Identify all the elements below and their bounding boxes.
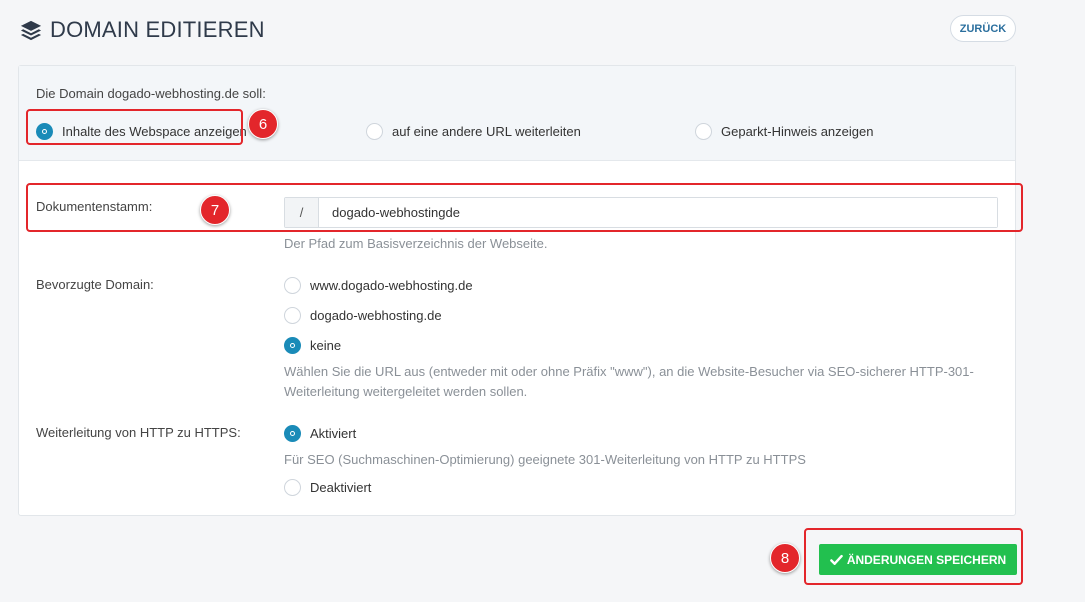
radio-label: Deaktiviert bbox=[310, 480, 372, 495]
mode-question: Die Domain dogado-webhosting.de soll: bbox=[36, 86, 266, 101]
preferred-domain-option-plain[interactable]: dogado-webhosting.de bbox=[284, 307, 442, 324]
preferred-domain-help-line: Weiterleitung weitergeleitet werden soll… bbox=[284, 384, 528, 399]
radio-selected-icon[interactable] bbox=[284, 337, 301, 354]
https-redirect-help: Für SEO (Suchmaschinen-Optimierung) geei… bbox=[284, 452, 806, 467]
docroot-input[interactable] bbox=[319, 198, 997, 227]
docroot-help: Der Pfad zum Basisverzeichnis der Websei… bbox=[284, 236, 548, 251]
preferred-domain-help-line: Wählen Sie die URL aus (entweder mit ode… bbox=[284, 364, 974, 379]
annotation-badge-6: 6 bbox=[248, 109, 278, 139]
mode-option-parked[interactable]: Geparkt-Hinweis anzeigen bbox=[695, 123, 873, 140]
radio-empty-icon[interactable] bbox=[366, 123, 383, 140]
preferred-domain-help: Wählen Sie die URL aus (entweder mit ode… bbox=[284, 362, 974, 402]
radio-label: auf eine andere URL weiterleiten bbox=[392, 124, 581, 139]
radio-label: dogado-webhosting.de bbox=[310, 308, 442, 323]
radio-selected-icon[interactable] bbox=[36, 123, 53, 140]
https-redirect-option-enabled[interactable]: Aktiviert bbox=[284, 425, 356, 442]
radio-empty-icon[interactable] bbox=[284, 307, 301, 324]
radio-label: Inhalte des Webspace anzeigen bbox=[62, 124, 247, 139]
radio-label: keine bbox=[310, 338, 342, 353]
mode-section: Die Domain dogado-webhosting.de soll: In… bbox=[19, 66, 1015, 161]
page-header: DOMAIN EDITIEREN bbox=[20, 14, 265, 46]
domain-settings-panel: Die Domain dogado-webhosting.de soll: In… bbox=[18, 65, 1016, 516]
radio-selected-icon[interactable] bbox=[284, 425, 301, 442]
back-button[interactable]: ZURÜCK bbox=[950, 15, 1016, 42]
mode-option-redirect[interactable]: auf eine andere URL weiterleiten bbox=[366, 123, 581, 140]
check-icon bbox=[829, 554, 843, 565]
https-redirect-option-disabled[interactable]: Deaktiviert bbox=[284, 479, 371, 496]
docroot-label: Dokumentenstamm: bbox=[36, 199, 153, 214]
https-redirect-label: Weiterleitung von HTTP zu HTTPS: bbox=[36, 425, 241, 440]
preferred-domain-option-www[interactable]: www.dogado-webhosting.de bbox=[284, 277, 473, 294]
radio-label: www.dogado-webhosting.de bbox=[310, 278, 473, 293]
docroot-prefix: / bbox=[285, 198, 319, 227]
radio-empty-icon[interactable] bbox=[284, 277, 301, 294]
annotation-badge-8: 8 bbox=[770, 543, 800, 573]
preferred-domain-label: Bevorzugte Domain: bbox=[36, 277, 154, 292]
radio-empty-icon[interactable] bbox=[695, 123, 712, 140]
radio-empty-icon[interactable] bbox=[284, 479, 301, 496]
save-changes-button[interactable]: ÄNDERUNGEN SPEICHERN bbox=[819, 544, 1017, 575]
preferred-domain-option-none[interactable]: keine bbox=[284, 337, 341, 354]
page-title: DOMAIN EDITIEREN bbox=[50, 17, 265, 42]
docroot-input-group: / bbox=[284, 197, 998, 228]
radio-label: Geparkt-Hinweis anzeigen bbox=[721, 124, 874, 139]
radio-label: Aktiviert bbox=[310, 426, 357, 441]
annotation-badge-7: 7 bbox=[200, 195, 230, 225]
save-changes-label: ÄNDERUNGEN SPEICHERN bbox=[846, 552, 1007, 567]
mode-option-webspace[interactable]: Inhalte des Webspace anzeigen bbox=[36, 123, 247, 140]
layers-icon bbox=[20, 20, 42, 41]
